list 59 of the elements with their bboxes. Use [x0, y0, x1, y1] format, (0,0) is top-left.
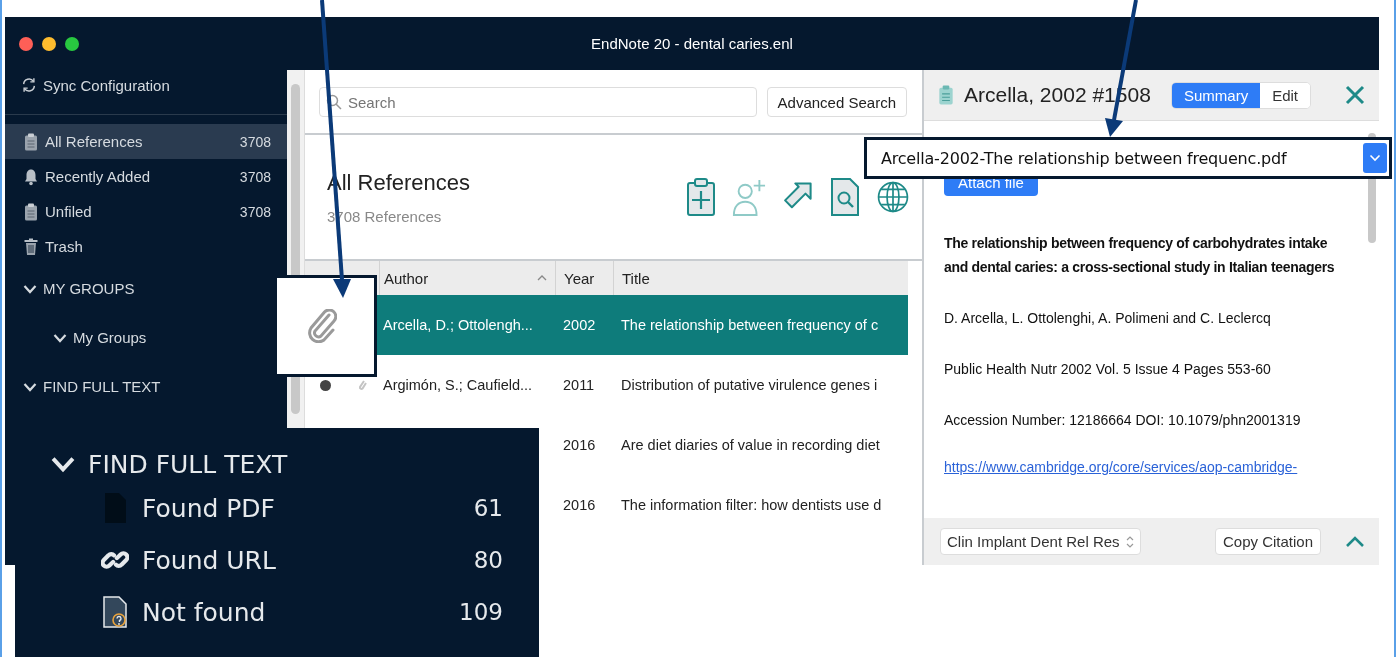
- table-row[interactable]: Argimón, S.; Caufield... 2011 Distribution of putative virulence genes i: [305, 355, 908, 415]
- find-file-icon[interactable]: [828, 177, 862, 217]
- new-reference-icon[interactable]: [684, 177, 718, 217]
- group-header[interactable]: FIND FULL TEXT: [5, 362, 179, 411]
- view-tab[interactable]: Summary: [1171, 82, 1261, 108]
- table-cell: The relationship between frequency of c: [621, 317, 879, 333]
- clipboard-icon: [23, 202, 39, 221]
- sidebar-item[interactable]: Found URL 80: [15, 534, 539, 586]
- updown-icon: [1125, 534, 1134, 549]
- sidebar-item[interactable]: Not found 109: [15, 586, 539, 638]
- group-header[interactable]: FIND FULL TEXT: [15, 446, 539, 482]
- reference-identifiers: Accession Number: 12186664 DOI: 10.1079/phn2001319: [944, 411, 1302, 430]
- zoom-window-button[interactable]: [65, 36, 79, 51]
- advanced-search-button[interactable]: Advanced Search: [766, 87, 907, 117]
- table-cell: Distribution of putative virulence genes i: [621, 377, 878, 393]
- copy-citation-button[interactable]: Copy Citation: [1214, 528, 1321, 555]
- table-cell: 2016: [563, 437, 596, 453]
- sync-button[interactable]: Sync Configuration: [5, 70, 287, 114]
- file-dropdown[interactable]: Arcella-2002-The relationship between frequenc.pdf: [864, 137, 1392, 179]
- group-item[interactable]: My Groups: [5, 313, 165, 362]
- close-icon[interactable]: [1345, 85, 1365, 105]
- table-cell: The information filter: how dentists use d: [621, 497, 882, 513]
- sidebar-item[interactable]: All References 3708: [5, 124, 287, 159]
- reference-authors: D. Arcella, L. Ottolenghi, A. Polimeni and C. Leclercq: [944, 309, 1272, 328]
- chevron-icon[interactable]: [23, 283, 37, 294]
- chevron-icon: [1369, 154, 1381, 162]
- reference-source: Public Health Nutr 2002 Vol. 5 Issue 4 Pages 553-60: [944, 360, 1272, 379]
- sidebar-item[interactable]: Found PDF 61: [15, 482, 539, 534]
- clipboard-icon: [23, 132, 39, 151]
- paperclip-icon: [306, 309, 337, 343]
- sidebar-item[interactable]: Unfiled 3708: [5, 194, 287, 229]
- table-cell: Are diet diaries of value in recording diet: [621, 437, 880, 453]
- table-cell: Arcella, D.; Ottolengh...: [383, 317, 533, 333]
- reference-link[interactable]: https://www.cambridge.org/core/services/aop-cambridge-: [944, 459, 1298, 475]
- missing-file-icon: [101, 596, 129, 628]
- bell-icon: [23, 167, 39, 186]
- reference-title: The relationship between frequency of carbohydrates intake and dental caries: a cross-sectional study in Italian teenagers: [944, 234, 1336, 277]
- sidebar-item[interactable]: Trash: [5, 229, 287, 264]
- minimize-window-button[interactable]: [42, 36, 56, 51]
- table-cell: Argimón, S.; Caufield...: [383, 377, 533, 393]
- table-cell: 2011: [563, 377, 595, 393]
- chevron-icon[interactable]: [50, 455, 76, 473]
- sync-icon: [21, 76, 37, 94]
- clipboard-icon: [938, 85, 954, 105]
- sidebar-item[interactable]: Recently Added 3708: [5, 159, 287, 194]
- chevron-up-icon[interactable]: [1345, 535, 1365, 548]
- group-header[interactable]: MY GROUPS: [5, 264, 153, 313]
- table-cell: 2002: [563, 317, 596, 333]
- chevron-icon[interactable]: [53, 332, 67, 343]
- style-dropdown[interactable]: Clin Implant Dent Rel Res: [940, 528, 1141, 555]
- trash-icon: [23, 237, 39, 256]
- search-field[interactable]: Search: [319, 87, 757, 117]
- table-cell: 2016: [563, 497, 596, 513]
- window-title: EndNote 20 - dental caries.enl: [591, 35, 793, 52]
- paperclip-icon: [357, 378, 367, 392]
- close-window-button[interactable]: [19, 36, 33, 51]
- dropdown-button[interactable]: [1363, 143, 1387, 173]
- sort-icon: [537, 275, 547, 281]
- chevron-icon[interactable]: [23, 381, 37, 392]
